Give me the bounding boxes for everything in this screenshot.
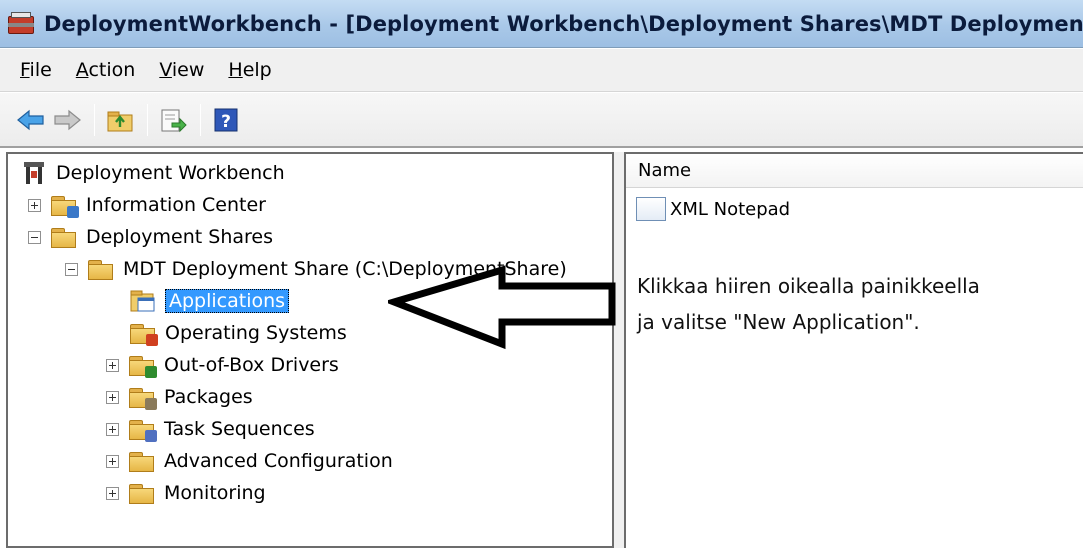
tree-item-information-center[interactable]: Information Center (28, 190, 266, 220)
back-arrow-icon[interactable] (14, 103, 48, 137)
tree-item-operating-systems[interactable]: Operating Systems (130, 318, 347, 348)
collapse-icon[interactable] (28, 230, 41, 244)
export-list-icon[interactable] (156, 103, 190, 137)
tree-label: Task Sequences (164, 418, 315, 440)
menu-action[interactable]: Action (76, 59, 136, 81)
tree-label: Deployment Workbench (56, 162, 285, 184)
column-header-name[interactable]: Name (626, 154, 1083, 188)
expand-icon[interactable] (106, 486, 119, 500)
list-item-label: XML Notepad (670, 198, 791, 220)
tree-item-packages[interactable]: Packages (106, 382, 253, 412)
list-pane[interactable]: Name XML Notepad (624, 152, 1083, 548)
toolbar-separator (94, 103, 95, 136)
expand-icon[interactable] (28, 198, 41, 212)
tree-item-deployment-workbench[interactable]: Deployment Workbench (22, 158, 285, 188)
expand-icon[interactable] (106, 390, 119, 404)
annotation-text: Klikkaa hiiren oikealla painikkeella ja … (637, 268, 1077, 340)
annotation-line-1: Klikkaa hiiren oikealla painikkeella (637, 274, 980, 298)
up-folder-icon[interactable] (103, 103, 137, 137)
tree-label: Applications (165, 289, 290, 313)
tree-item-applications[interactable]: Applications (130, 286, 290, 316)
tree-label: Packages (164, 386, 253, 408)
list-item[interactable]: XML Notepad (626, 192, 1083, 226)
tree-item-task-sequences[interactable]: Task Sequences (106, 414, 315, 444)
app-icon (8, 11, 36, 36)
menu-help[interactable]: Help (228, 59, 271, 81)
tree-label: Operating Systems (165, 322, 347, 344)
workbench-icon (22, 160, 46, 186)
help-icon[interactable]: ? (209, 103, 243, 137)
drivers-folder-icon (129, 354, 157, 378)
task-sequences-folder-icon (129, 418, 157, 442)
share-folder-icon (88, 258, 114, 280)
annotation-line-2: ja valitse "New Application". (637, 310, 920, 334)
tree-item-advanced-configuration[interactable]: Advanced Configuration (106, 446, 393, 476)
tree-item-deployment-shares[interactable]: Deployment Shares (28, 222, 273, 252)
toolbar: ? (0, 93, 1083, 148)
window-title: DeploymentWorkbench - [Deployment Workbe… (44, 11, 1083, 36)
title-bar[interactable]: DeploymentWorkbench - [Deployment Workbe… (0, 0, 1083, 48)
deployment-shares-folder-icon (51, 226, 77, 248)
expand-icon[interactable] (106, 454, 119, 468)
svg-text:?: ? (221, 112, 231, 132)
packages-folder-icon (129, 386, 157, 410)
tree-label: Advanced Configuration (164, 450, 393, 472)
tree-item-out-of-box-drivers[interactable]: Out-of-Box Drivers (106, 350, 339, 380)
tree-label: Monitoring (164, 482, 266, 504)
applications-icon (130, 289, 156, 313)
tree-item-monitoring[interactable]: Monitoring (106, 478, 266, 508)
collapse-icon[interactable] (65, 262, 78, 276)
tree-label: Out-of-Box Drivers (164, 354, 339, 376)
operating-systems-folder-icon (130, 322, 158, 346)
application-icon (636, 197, 666, 221)
menu-file[interactable]: File (20, 59, 52, 81)
toolbar-separator (200, 103, 201, 136)
advanced-configuration-folder-icon (129, 450, 155, 472)
forward-arrow-icon[interactable] (50, 103, 84, 137)
toolbar-separator (147, 103, 148, 136)
tree-label: Deployment Shares (86, 226, 273, 248)
tree-label: Information Center (86, 194, 266, 216)
expand-icon[interactable] (106, 358, 119, 372)
expand-icon[interactable] (106, 422, 119, 436)
annotation-arrow (388, 265, 616, 350)
menu-bar: File Action View Help (0, 49, 1083, 92)
information-center-folder-icon (51, 194, 79, 218)
menu-view[interactable]: View (159, 59, 204, 81)
monitoring-folder-icon (129, 482, 155, 504)
